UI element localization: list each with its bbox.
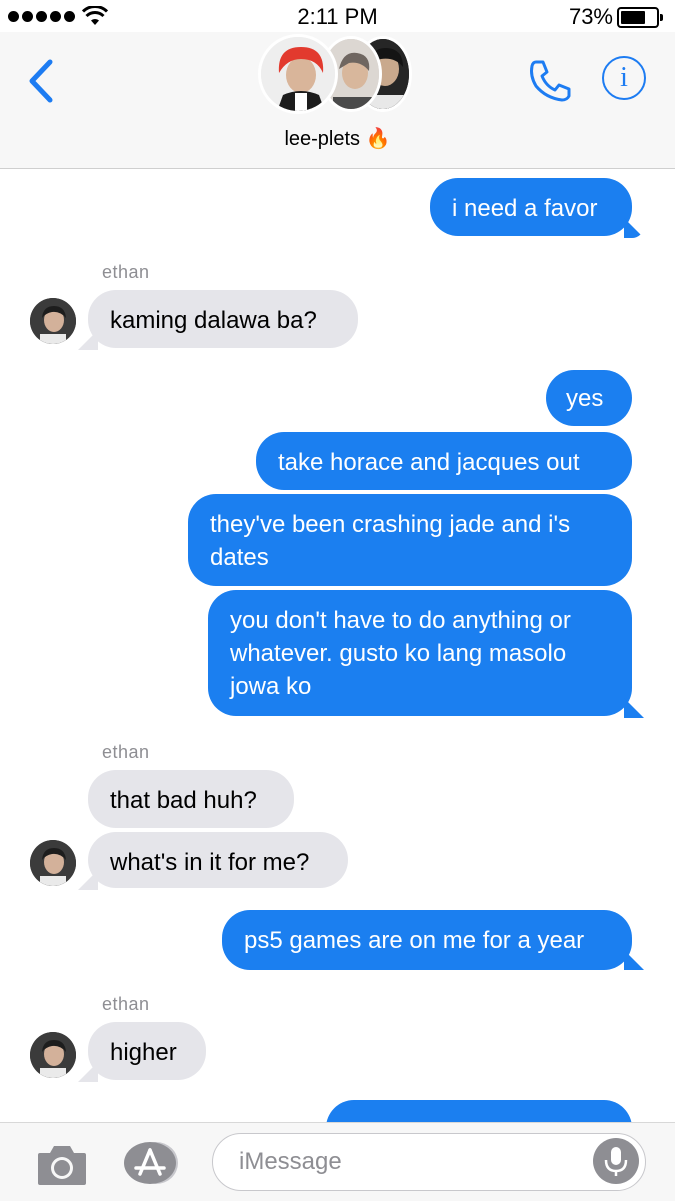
incoming-message[interactable]: that bad huh?: [88, 770, 294, 828]
phone-icon[interactable]: [526, 56, 574, 104]
group-name-text: lee-plets: [284, 128, 361, 150]
camera-icon[interactable]: [36, 1143, 88, 1187]
status-bar: 2:11 PM 73%: [0, 0, 675, 32]
input-bar: iMessage: [0, 1122, 675, 1201]
sender-avatar[interactable]: [30, 840, 76, 886]
back-chevron-icon[interactable]: [22, 56, 62, 106]
incoming-message[interactable]: higher: [88, 1022, 206, 1080]
message-input-placeholder: iMessage: [239, 1148, 342, 1175]
battery-percent: 73%: [568, 4, 613, 29]
group-name[interactable]: lee-plets 🔥: [0, 126, 675, 151]
incoming-message[interactable]: what's in it for me?: [88, 832, 348, 888]
fire-emoji: 🔥: [365, 128, 391, 150]
outgoing-message[interactable]: ps5 games are on me for a year: [222, 910, 632, 970]
outgoing-message[interactable]: yes: [546, 370, 632, 426]
info-icon[interactable]: i: [602, 56, 646, 100]
conversation-header: lee-plets 🔥 i: [0, 32, 675, 169]
battery-icon: [617, 7, 663, 28]
member-avatar: [258, 34, 338, 114]
outgoing-message[interactable]: you don't have to do anything or whateve…: [208, 590, 632, 716]
sender-name: ethan: [102, 742, 150, 762]
group-avatars[interactable]: [258, 34, 418, 116]
outgoing-message[interactable]: i need a favor: [430, 178, 632, 236]
outgoing-message[interactable]: they've been crashing jade and i's dates: [188, 494, 632, 586]
sender-avatar[interactable]: [30, 298, 76, 344]
message-input[interactable]: iMessage: [212, 1133, 646, 1191]
sender-avatar[interactable]: [30, 1032, 76, 1078]
sender-name: ethan: [102, 262, 150, 282]
sender-name: ethan: [102, 994, 150, 1014]
microphone-icon[interactable]: [593, 1138, 639, 1184]
incoming-message[interactable]: kaming dalawa ba?: [88, 290, 358, 348]
outgoing-message[interactable]: take horace and jacques out: [256, 432, 632, 490]
app-store-icon[interactable]: [122, 1141, 178, 1185]
